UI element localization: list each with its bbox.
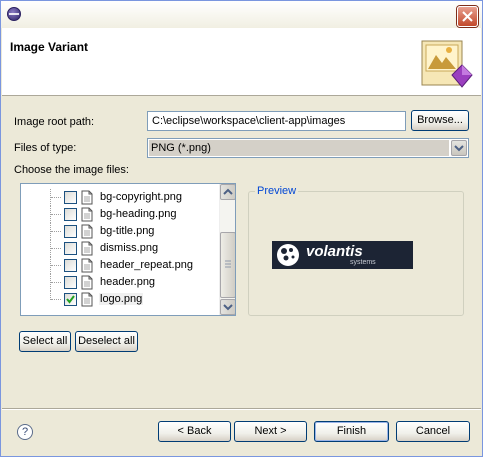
close-button[interactable] xyxy=(457,6,478,27)
volantis-logo-icon xyxy=(277,244,299,266)
select-all-button[interactable]: Select all xyxy=(19,331,71,352)
tree-branch-line xyxy=(51,282,61,283)
file-checkbox[interactable] xyxy=(64,276,77,289)
vertical-scrollbar[interactable] xyxy=(219,184,235,315)
image-file-tree[interactable]: bg-copyright.png bg-heading.png bg-title.p… xyxy=(20,183,236,316)
wizard-banner-icon xyxy=(416,35,474,93)
close-icon xyxy=(462,11,473,22)
file-name-label: header.png xyxy=(100,276,156,288)
list-item[interactable]: dismiss.png xyxy=(21,240,219,257)
file-checkbox[interactable] xyxy=(64,225,77,238)
page-title: Image Variant xyxy=(10,40,89,54)
logo-preview-image: volantis systems xyxy=(272,241,413,269)
preview-group: Preview volantis systems xyxy=(248,185,464,316)
list-item[interactable]: header_repeat.png xyxy=(21,257,219,274)
chevron-up-icon xyxy=(223,188,233,195)
list-item[interactable]: bg-title.png xyxy=(21,223,219,240)
tree-branch-line xyxy=(51,231,61,232)
scroll-thumb[interactable] xyxy=(220,232,235,298)
root-path-label: Image root path: xyxy=(14,116,95,128)
deselect-all-button[interactable]: Deselect all xyxy=(75,331,138,352)
file-checkbox[interactable] xyxy=(64,208,77,221)
list-item[interactable]: header.png xyxy=(21,274,219,291)
title-bar[interactable] xyxy=(1,1,482,28)
file-type-select[interactable]: PNG (*.png) xyxy=(147,138,469,158)
list-item[interactable]: bg-copyright.png xyxy=(21,189,219,206)
tree-branch-line xyxy=(51,248,61,249)
file-checkbox[interactable] xyxy=(64,293,77,306)
file-checkbox[interactable] xyxy=(64,259,77,272)
file-checkbox[interactable] xyxy=(64,242,77,255)
browse-button[interactable]: Browse... xyxy=(411,110,469,131)
scroll-up-button[interactable] xyxy=(220,184,235,200)
eclipse-icon xyxy=(7,7,21,21)
list-item[interactable]: bg-heading.png xyxy=(21,206,219,223)
logo-text: volantis xyxy=(306,243,363,260)
logo-subtext: systems xyxy=(350,259,376,266)
wizard-header: Image Variant xyxy=(2,28,481,96)
grip-icon xyxy=(225,260,231,268)
chevron-down-icon xyxy=(223,304,233,311)
tree-branch-line xyxy=(51,197,61,198)
file-type-label: Files of type: xyxy=(14,142,77,154)
tree-branch-line xyxy=(51,299,61,300)
help-icon[interactable]: ? xyxy=(17,424,33,440)
list-item[interactable]: logo.png xyxy=(21,291,219,308)
tree-branch-line xyxy=(51,214,61,215)
back-button[interactable]: < Back xyxy=(158,421,231,442)
file-name-label: bg-heading.png xyxy=(100,208,177,220)
file-name-label: bg-title.png xyxy=(100,225,155,237)
footer-separator xyxy=(2,408,481,410)
checkmark-icon xyxy=(66,295,75,304)
file-name-label: header_repeat.png xyxy=(100,259,193,271)
dropdown-button[interactable] xyxy=(451,140,467,156)
scroll-down-button[interactable] xyxy=(220,299,235,315)
file-checkbox[interactable] xyxy=(64,191,77,204)
file-type-value: PNG (*.png) xyxy=(149,140,449,156)
file-name-label: dismiss.png xyxy=(100,242,159,254)
next-button[interactable]: Next > xyxy=(234,421,307,442)
wizard-dialog: Image Variant Image root path: C:\eclips… xyxy=(0,0,483,457)
file-name-label: logo.png xyxy=(99,293,144,305)
tree-branch-line xyxy=(51,265,61,266)
chevron-down-icon xyxy=(454,145,464,152)
root-path-input[interactable]: C:\eclipse\workspace\client-app\images xyxy=(147,111,406,131)
preview-label: Preview xyxy=(255,185,299,197)
file-name-label: bg-copyright.png xyxy=(100,191,182,203)
file-icon xyxy=(81,292,93,310)
cancel-button[interactable]: Cancel xyxy=(396,421,470,442)
choose-files-label: Choose the image files: xyxy=(14,164,129,176)
finish-button[interactable]: Finish xyxy=(314,421,389,442)
